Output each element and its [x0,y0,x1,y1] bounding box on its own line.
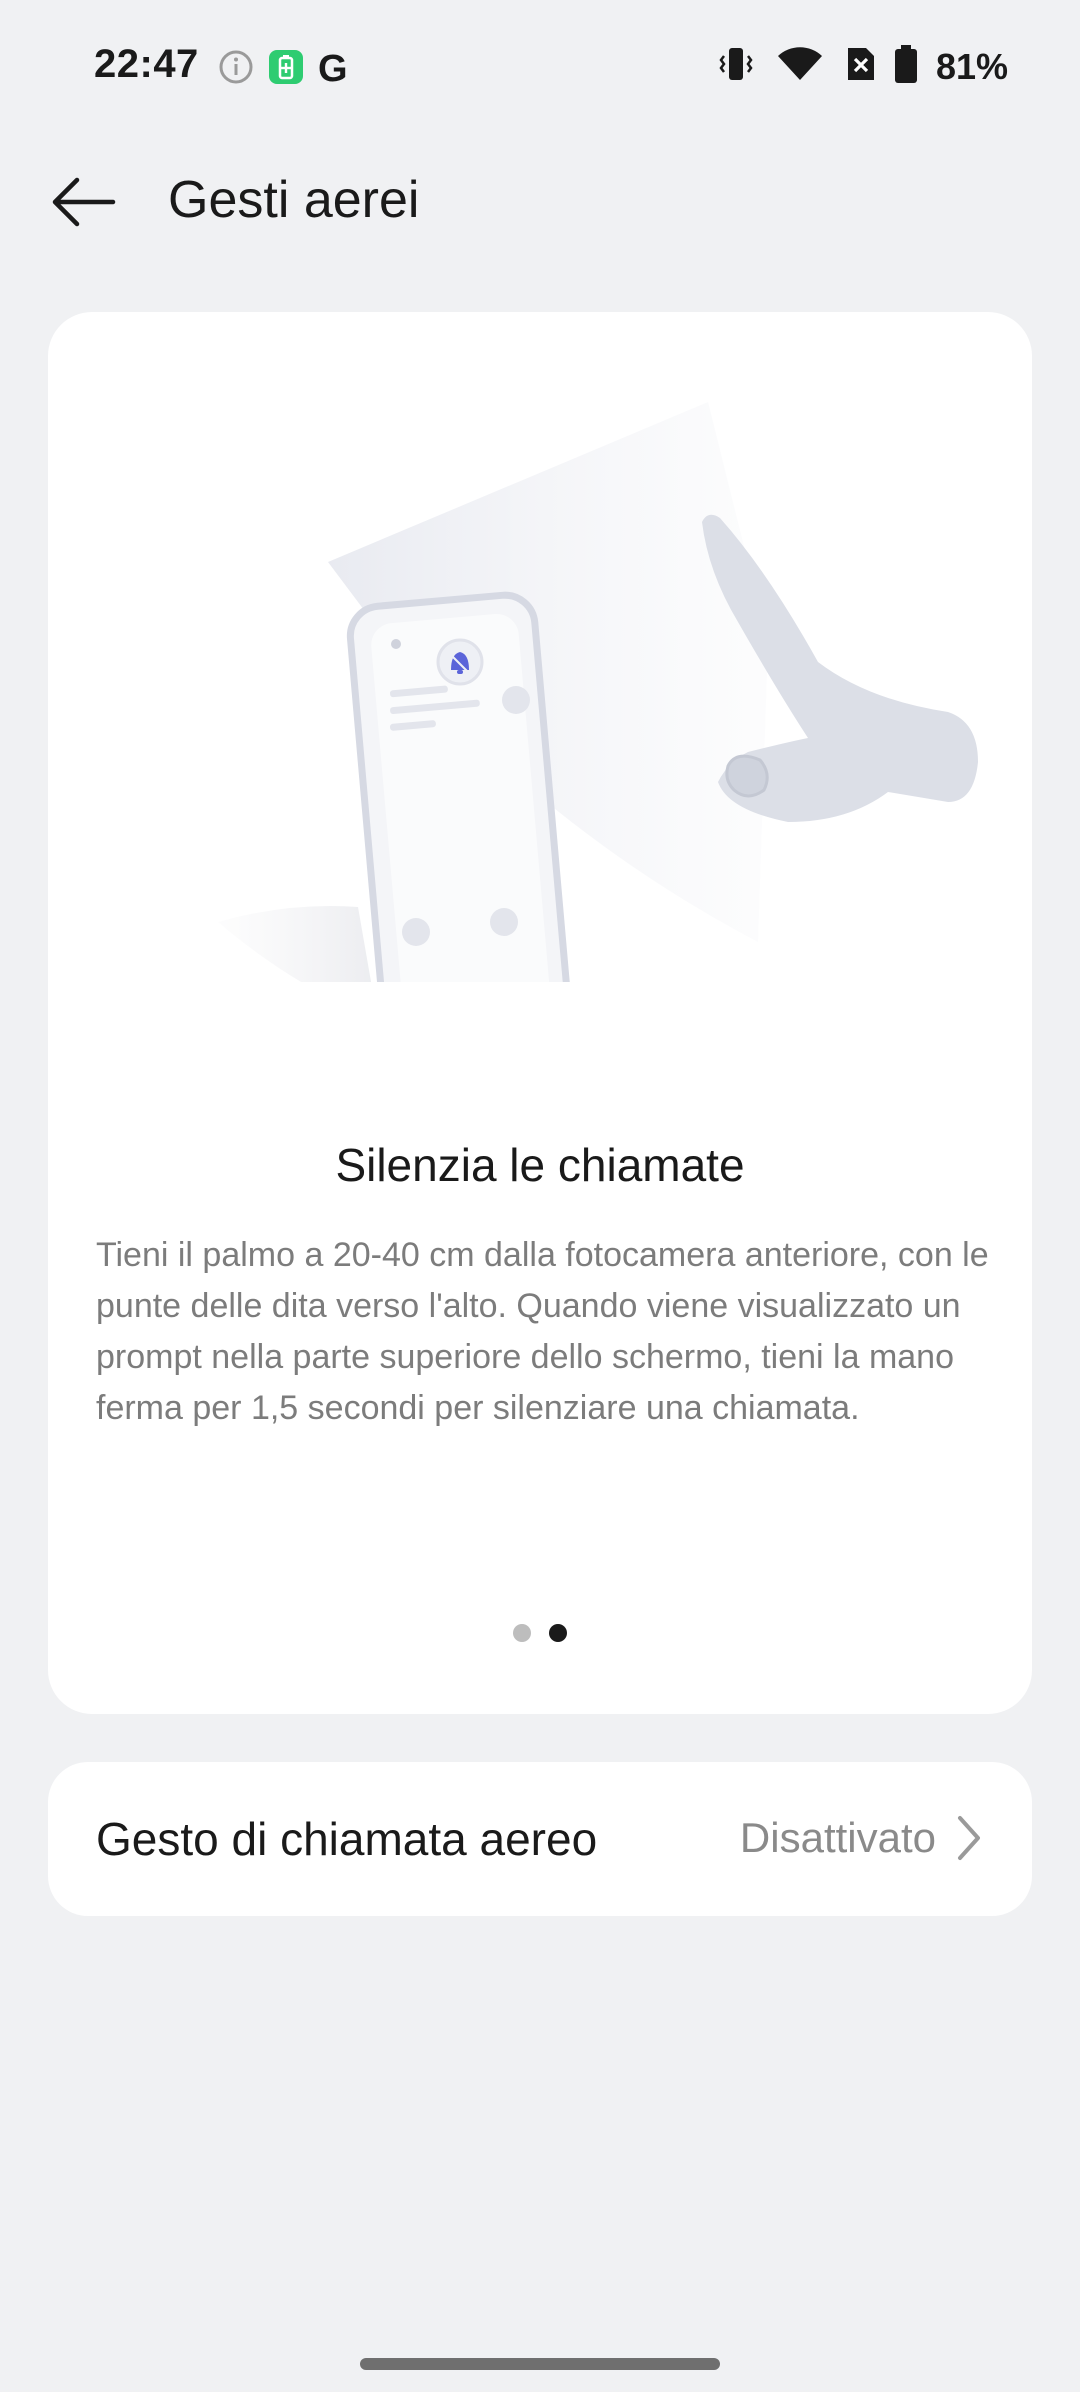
google-icon: G [318,48,348,90]
tutorial-card: Silenzia le chiamate Tieni il palmo a 20… [48,312,1032,1714]
battery-saver-icon [268,49,304,90]
gesture-illustration [168,382,1008,1049]
status-left-icons: G [218,48,348,91]
vibrate-icon [716,44,756,89]
phone-illustration [346,591,572,1049]
status-right-icons: 81% [716,44,1008,89]
card-description: Tieni il palmo a 20-40 cm dalla fotocame… [96,1236,989,1427]
setting-label: Gesto di chiamata aereo [96,1813,598,1865]
chevron-right-icon [958,1816,980,1860]
info-icon [218,49,254,90]
no-sim-icon [844,44,876,89]
page-indicator[interactable] [48,1624,1032,1642]
battery-icon [894,44,918,89]
page-title: Gesti aerei [168,171,420,229]
wifi-icon [774,44,826,89]
air-call-gesture-setting[interactable]: Gesto di chiamata aereo Disattivato [48,1762,1032,1916]
page-dot-active[interactable] [549,1624,567,1642]
status-bar: 22:47 G 81% [0,0,1080,132]
status-time: 22:47 [94,42,199,86]
card-title: Silenzia le chiamate [335,1139,745,1191]
battery-percent: 81% [935,45,1008,87]
setting-value: Disattivato [739,1814,936,1861]
header: Gesti aerei [0,150,1080,250]
home-indicator[interactable] [360,2358,720,2370]
back-button[interactable] [38,162,128,242]
page-dot[interactable] [513,1624,531,1642]
back-arrow-icon [52,177,116,227]
